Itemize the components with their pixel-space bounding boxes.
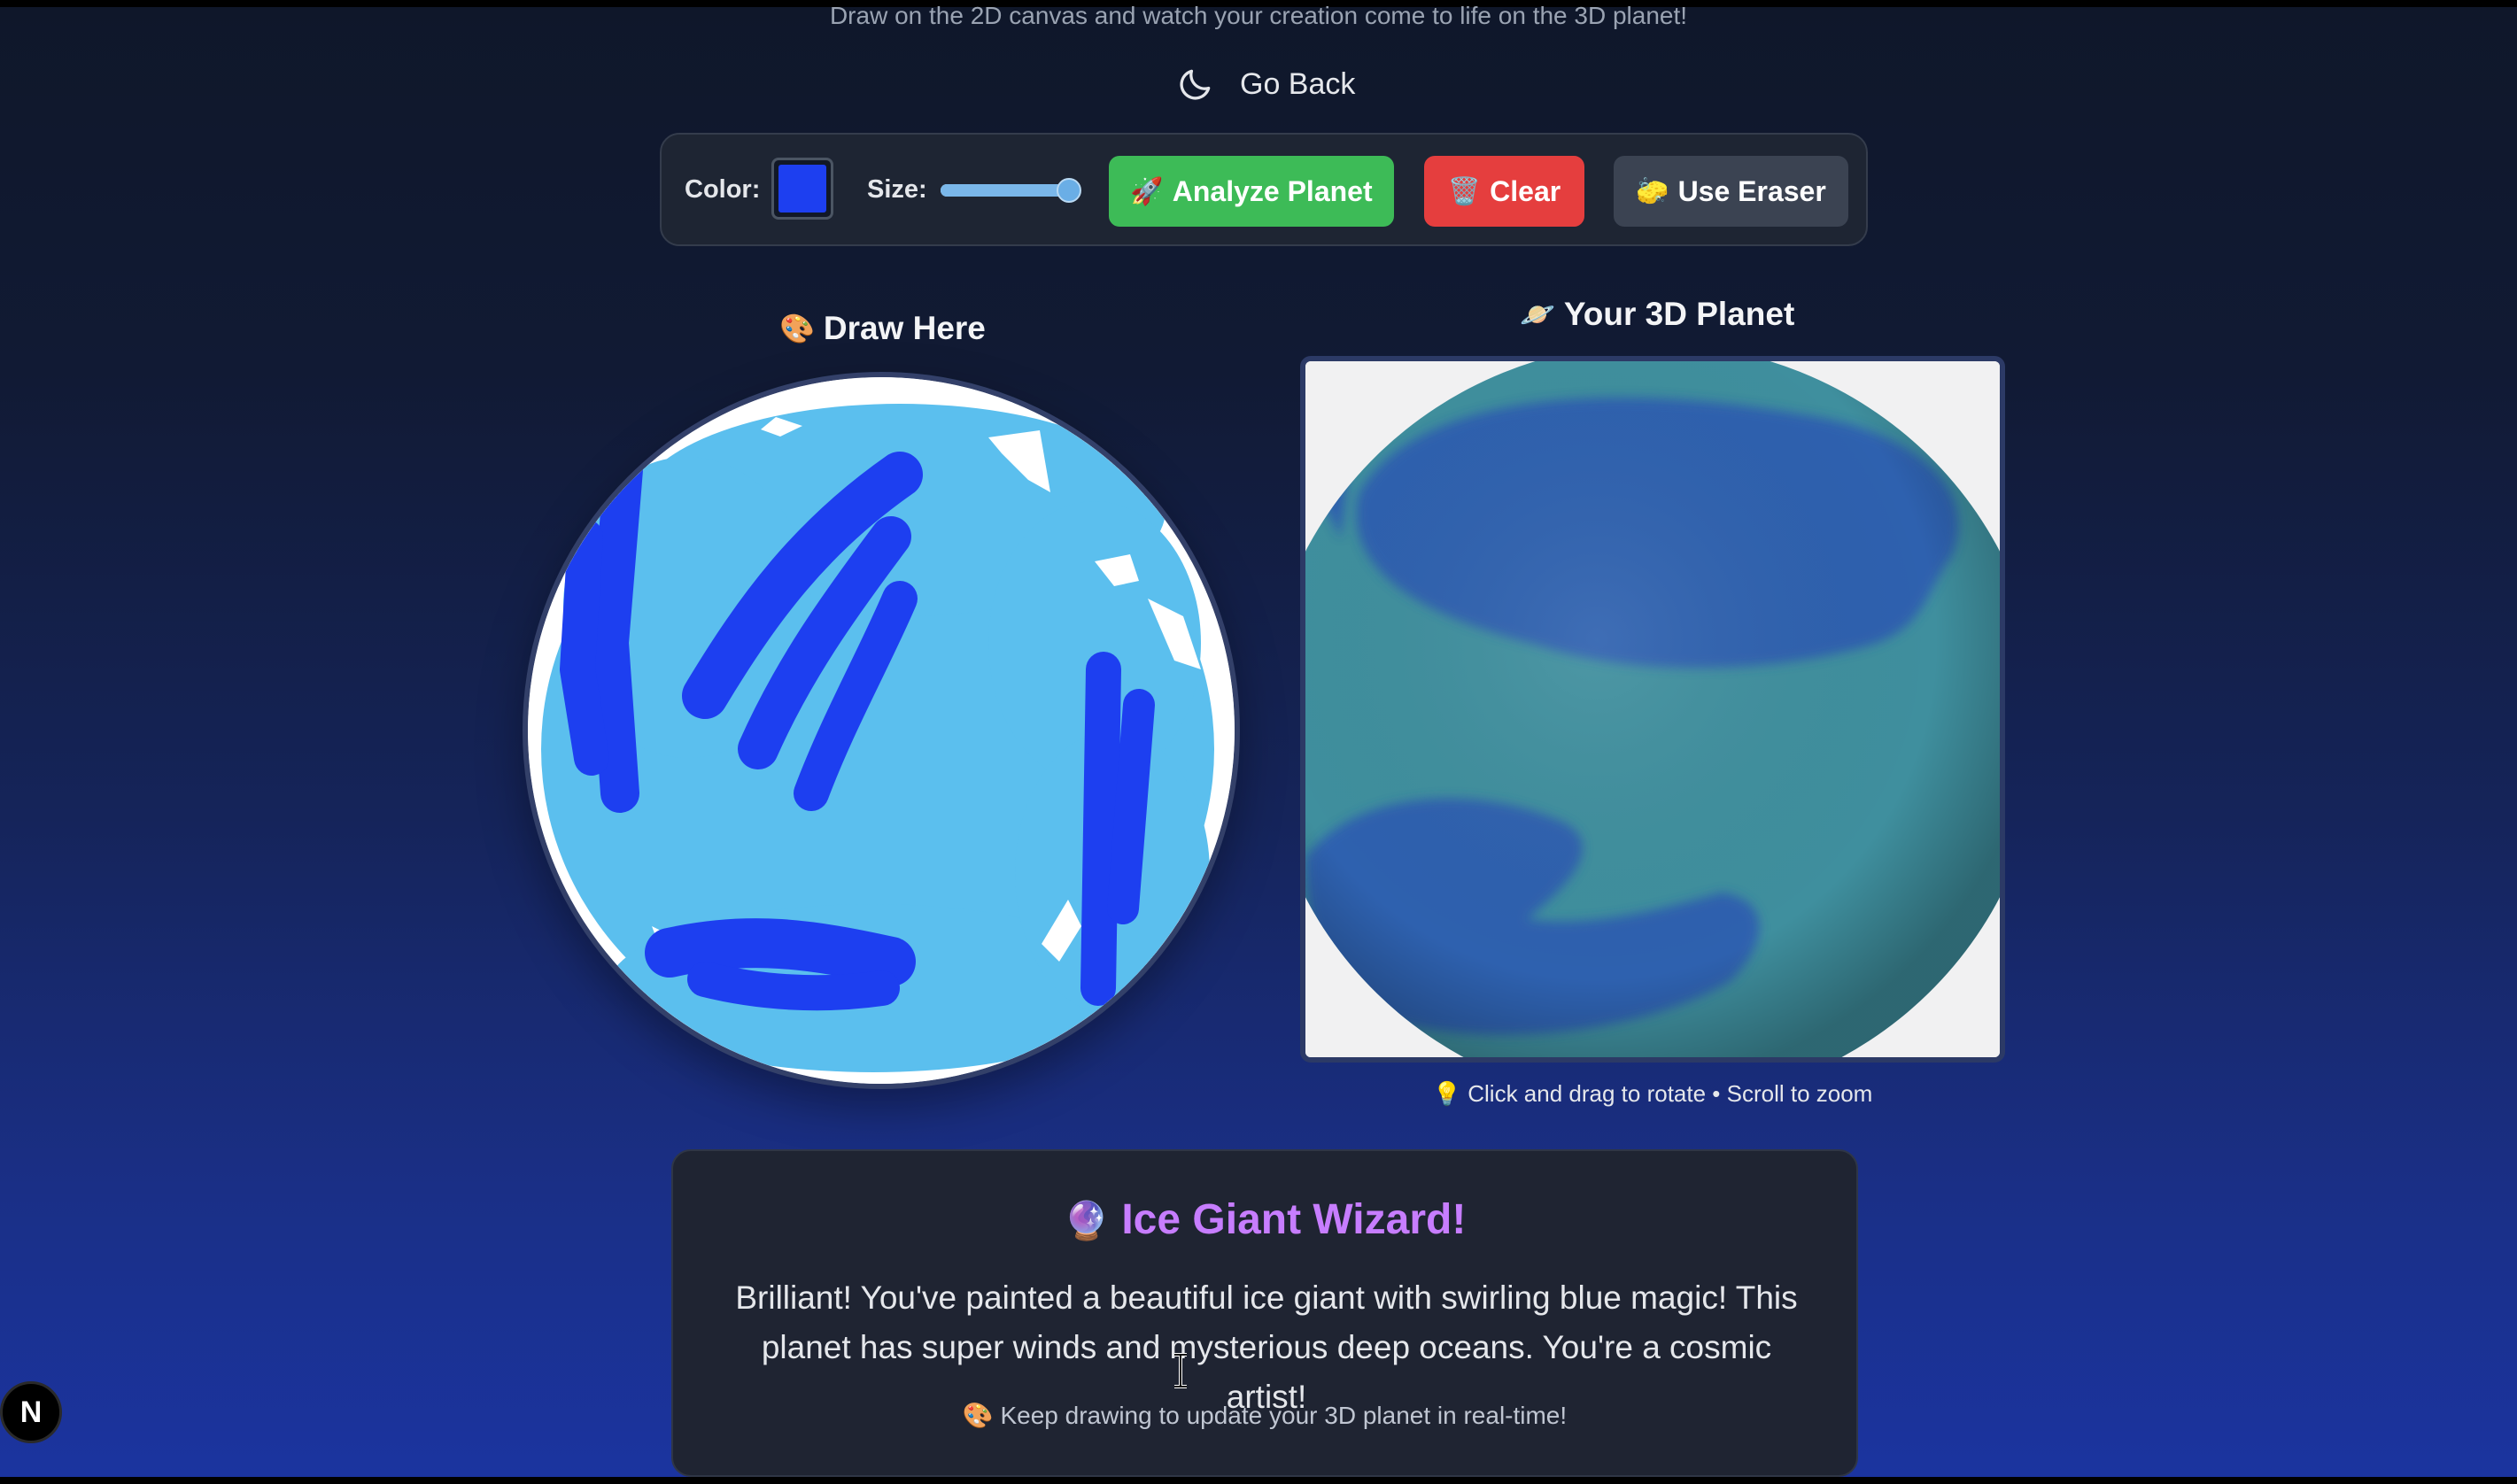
- analysis-result-card: 🔮 Ice Giant Wizard! Brilliant! You've pa…: [671, 1149, 1858, 1477]
- sponge-icon: 🧽: [1636, 176, 1669, 206]
- nextjs-dev-badge[interactable]: N: [0, 1381, 62, 1443]
- result-title: 🔮 Ice Giant Wizard!: [673, 1195, 1856, 1244]
- color-picker[interactable]: [771, 158, 833, 220]
- color-label: Color:: [685, 175, 761, 204]
- use-eraser-label: Use Eraser: [1677, 174, 1826, 207]
- planet-3d-viewport[interactable]: [1300, 356, 2005, 1063]
- your-3d-planet-title: 🪐 Your 3D Planet: [1520, 296, 1794, 333]
- planet-3d-render: [1305, 361, 2000, 1057]
- size-label: Size:: [867, 175, 927, 204]
- drawing-toolbar: Color: Size: 🚀 Analyze Planet 🗑️ Clear 🧽…: [660, 133, 1868, 246]
- analyze-planet-label: Analyze Planet: [1172, 174, 1373, 207]
- slider-thumb[interactable]: [1057, 178, 1081, 203]
- page-subtitle: Draw on the 2D canvas and watch your cre…: [829, 2, 1688, 29]
- draw-here-label: Draw Here: [823, 310, 986, 346]
- crystal-ball-icon: 🔮: [1063, 1200, 1110, 1241]
- color-swatch-fill: [778, 165, 826, 213]
- slider-fill: [941, 184, 1069, 197]
- window-bottom-edge: [0, 1477, 2517, 1484]
- brush-size-slider[interactable]: [941, 178, 1081, 203]
- result-description: Brilliant! You've painted a beautiful ic…: [735, 1279, 1798, 1415]
- text-cursor-icon: [1174, 1353, 1187, 1388]
- planet-controls-hint: 💡 Click and drag to rotate • Scroll to z…: [1432, 1080, 1873, 1107]
- clear-label: Clear: [1490, 174, 1561, 207]
- use-eraser-button[interactable]: 🧽 Use Eraser: [1614, 156, 1848, 227]
- rocket-icon: 🚀: [1130, 176, 1164, 206]
- result-title-text: Ice Giant Wizard!: [1121, 1196, 1467, 1243]
- result-footer-tip: 🎨 Keep drawing to update your 3D planet …: [962, 1402, 1568, 1429]
- drawing-strokes: [528, 377, 1235, 1084]
- draw-here-title: 🎨 Draw Here: [779, 310, 986, 347]
- trash-icon: 🗑️: [1447, 176, 1482, 206]
- go-back-label: Go Back: [1240, 66, 1356, 101]
- palette-icon: 🎨: [779, 313, 815, 344]
- your-3d-planet-label: Your 3D Planet: [1563, 296, 1795, 332]
- analyze-planet-button[interactable]: 🚀 Analyze Planet: [1109, 156, 1394, 227]
- moon-icon: [1180, 69, 1211, 100]
- go-back-button[interactable]: Go Back: [1176, 62, 1355, 106]
- ringed-planet-icon: 🪐: [1520, 298, 1555, 330]
- drawing-canvas[interactable]: [523, 372, 1240, 1089]
- clear-button[interactable]: 🗑️ Clear: [1424, 156, 1584, 227]
